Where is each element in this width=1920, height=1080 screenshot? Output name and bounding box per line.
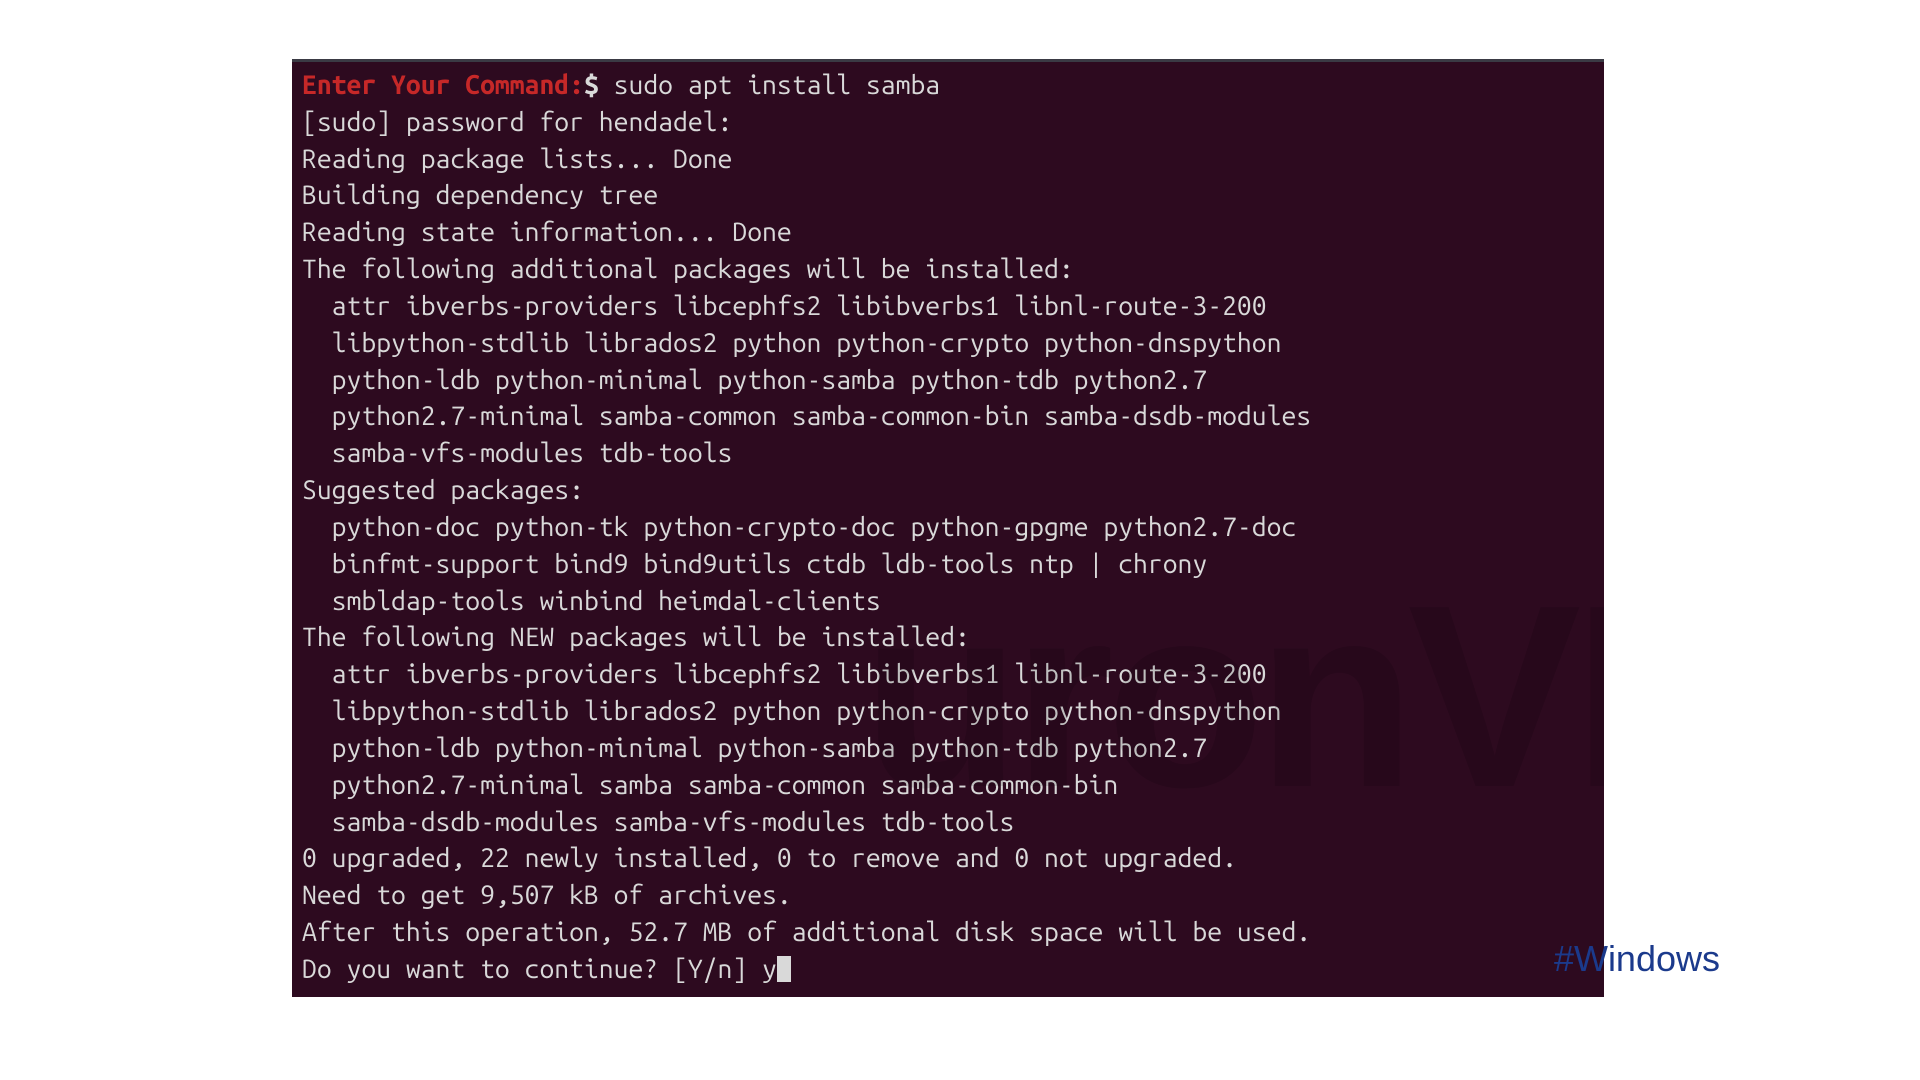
terminal-line: samba-dsdb-modules samba-vfs-modules tdb… <box>302 804 1594 841</box>
terminal-line: The following additional packages will b… <box>302 251 1594 288</box>
confirm-prompt-line[interactable]: Do you want to continue? [Y/n] y <box>302 951 1594 988</box>
terminal-line: After this operation, 52.7 MB of additio… <box>302 914 1594 951</box>
terminal-line: Need to get 9,507 kB of archives. <box>302 877 1594 914</box>
terminal-line: smbldap-tools winbind heimdal-clients <box>302 583 1594 620</box>
hashtag-label: #Windows <box>1554 938 1720 980</box>
confirm-input: y <box>762 954 777 984</box>
terminal-line: python-ldb python-minimal python-samba p… <box>302 730 1594 767</box>
cursor-icon <box>777 956 791 982</box>
terminal-line: libpython-stdlib librados2 python python… <box>302 693 1594 730</box>
terminal-window[interactable]: uronVM Enter Your Command:$ sudo apt ins… <box>292 59 1604 997</box>
terminal-line: Enter Your Command:$ sudo apt install sa… <box>302 67 1594 104</box>
terminal-line: python2.7-minimal samba samba-common sam… <box>302 767 1594 804</box>
terminal-line: binfmt-support bind9 bind9utils ctdb ldb… <box>302 546 1594 583</box>
terminal-line: attr ibverbs-providers libcephfs2 libibv… <box>302 288 1594 325</box>
terminal-line: 0 upgraded, 22 newly installed, 0 to rem… <box>302 840 1594 877</box>
terminal-line: attr ibverbs-providers libcephfs2 libibv… <box>302 656 1594 693</box>
terminal-line: Reading package lists... Done <box>302 141 1594 178</box>
terminal-line: [sudo] password for hendadel: <box>302 104 1594 141</box>
terminal-line: python2.7-minimal samba-common samba-com… <box>302 398 1594 435</box>
terminal-line: Suggested packages: <box>302 472 1594 509</box>
terminal-line: Building dependency tree <box>302 177 1594 214</box>
command-text: sudo apt install samba <box>599 70 940 100</box>
confirm-prompt: Do you want to continue? [Y/n] <box>302 954 762 984</box>
prompt-dollar: $ <box>584 70 599 100</box>
prompt-label: Enter Your Command: <box>302 70 584 100</box>
terminal-line: libpython-stdlib librados2 python python… <box>302 325 1594 362</box>
terminal-line: python-doc python-tk python-crypto-doc p… <box>302 509 1594 546</box>
terminal-line: The following NEW packages will be insta… <box>302 619 1594 656</box>
terminal-line: python-ldb python-minimal python-samba p… <box>302 362 1594 399</box>
terminal-line: Reading state information... Done <box>302 214 1594 251</box>
terminal-line: samba-vfs-modules tdb-tools <box>302 435 1594 472</box>
